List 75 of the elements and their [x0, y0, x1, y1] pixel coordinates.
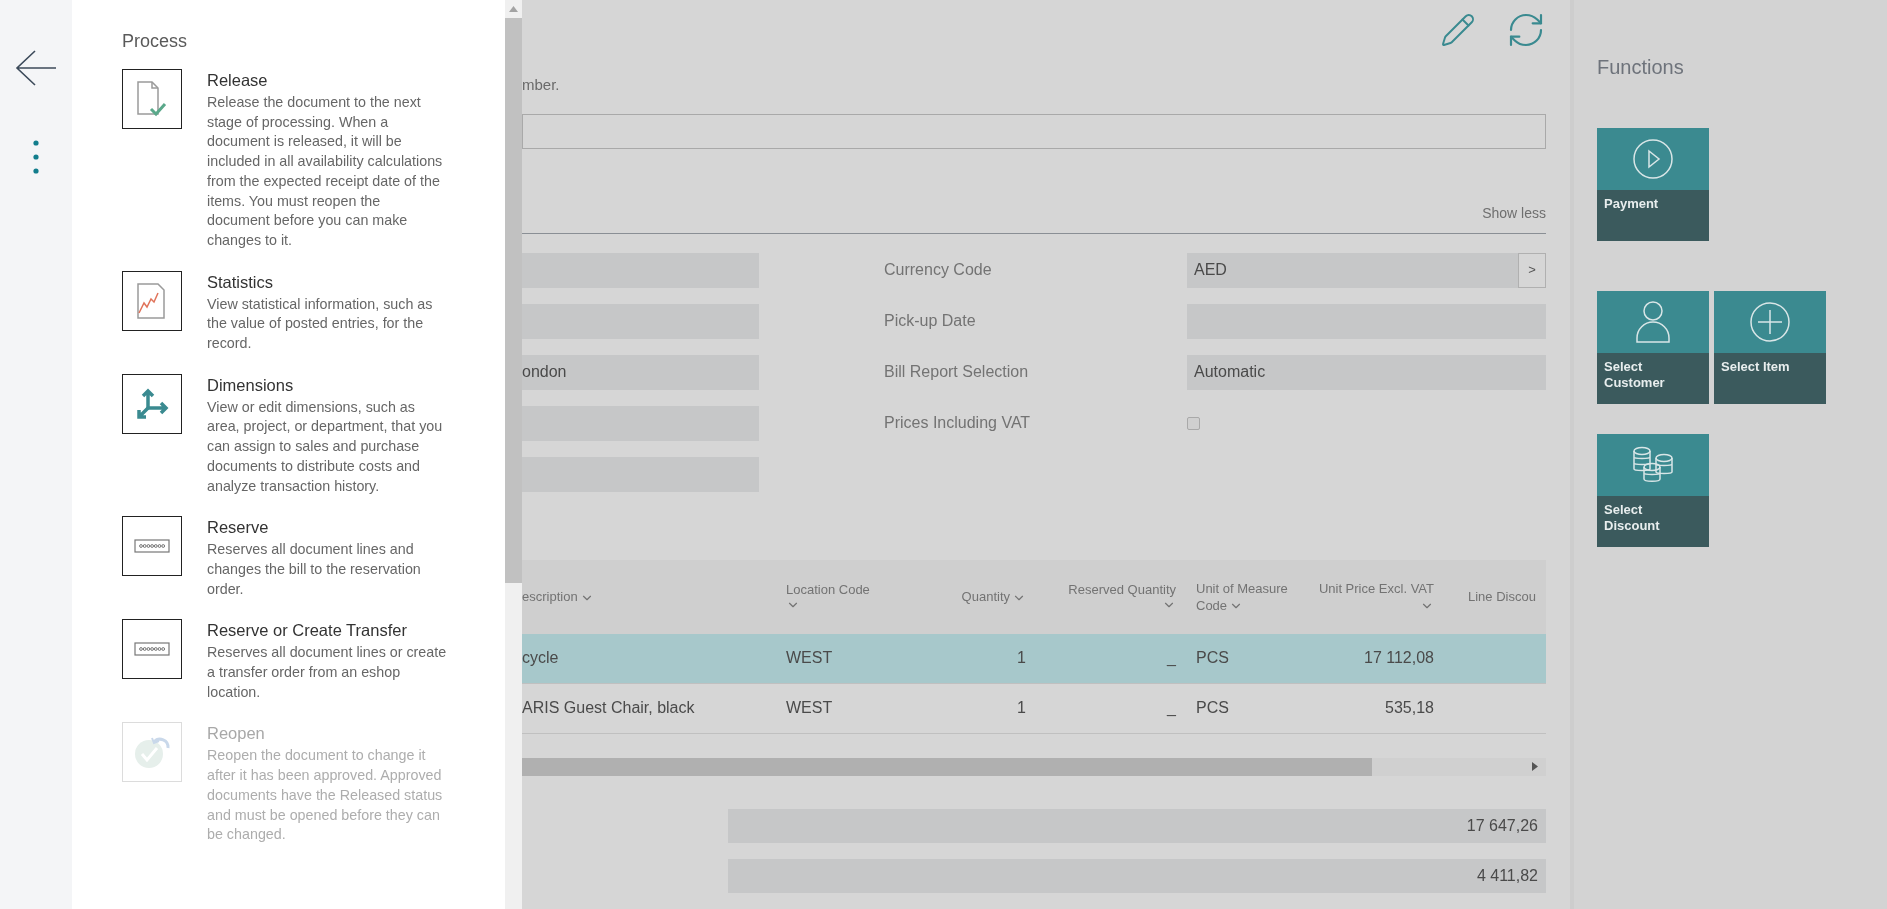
table-cell-text: PCS	[1195, 698, 1230, 718]
column-header[interactable]: Reserved Quantity	[1026, 581, 1176, 612]
function-tile[interactable]: Select Discount	[1597, 434, 1709, 547]
item-description: Reserves all document lines and changes the bill to the reservation order.	[207, 540, 422, 599]
menu-item[interactable]: Statistics View statistical information, such as the value of posted entries, for the record.	[122, 270, 505, 354]
back-arrow-icon[interactable]	[15, 50, 57, 86]
table-cell-text: PCS	[1195, 648, 1230, 668]
table-cell-text: WEST	[786, 698, 834, 718]
item-description: Reopen the document to change it after it has been approved. Approved documents have the Released status and must be opened before they can be changed.	[207, 746, 444, 845]
input-field[interactable]: Automatic	[1187, 354, 1546, 390]
input-field[interactable]	[522, 113, 1546, 149]
table-cell-text: cycle	[522, 648, 560, 668]
column-header[interactable]: escription	[522, 588, 786, 605]
function-tile[interactable]: Payment	[1597, 128, 1709, 241]
scroll-thumb[interactable]	[505, 18, 522, 583]
item-title: Dimensions	[207, 374, 295, 396]
table-row[interactable]: ARIS Guest Chair, black WEST 1 _ PCS 535,18	[522, 683, 1546, 734]
table-cell-text: _	[1165, 648, 1176, 668]
three-arrows-icon	[122, 373, 182, 434]
item-title: Reopen	[207, 723, 266, 745]
more-options-icon[interactable]	[32, 139, 40, 175]
menu-heading: Process	[122, 30, 189, 53]
column-header[interactable]: Line Discou	[1434, 588, 1540, 605]
function-tile[interactable]: Select Customer	[1597, 291, 1709, 404]
item-description: Release the document to the next stage of processing. When a document is released, it will be included in all availability calculations from the expected receipt date of the items. You must reopen the document before you can make changes to it.	[207, 93, 444, 250]
field-label: Bill Report Selection	[884, 362, 1030, 382]
table-cell-text: _	[1165, 698, 1176, 718]
checkbox[interactable]	[1187, 416, 1200, 430]
functions-heading: Functions	[1597, 55, 1685, 80]
reopen-icon	[122, 722, 182, 783]
field-label: Prices Including VAT	[884, 413, 1032, 433]
scrollbar[interactable]	[505, 0, 522, 909]
document-chart-icon	[122, 270, 182, 331]
table-cell-text: 535,18	[1384, 698, 1434, 718]
scroll-up-icon[interactable]	[509, 6, 518, 12]
item-title: Release	[207, 70, 269, 91]
table-cell-text: 1	[1016, 698, 1026, 718]
item-description: View statistical information, such as the value of posted entries, for the record.	[207, 294, 434, 354]
field-label: Currency Code	[884, 260, 993, 280]
hint-text: mber.	[522, 75, 561, 95]
edit-icon[interactable]	[1440, 12, 1476, 48]
person-icon	[1636, 301, 1670, 343]
table-row[interactable]: cycle WEST 1 _ PCS 17 112,08	[522, 633, 1546, 684]
menu-item[interactable]: Reserve or Create Transfer Reserves all document lines or create a transfer order from an eshop location.	[122, 619, 505, 703]
column-header[interactable]: Location Code	[786, 581, 896, 612]
coins-icon	[1632, 446, 1674, 484]
column-header[interactable]: Unit Price Excl. VAT	[1316, 579, 1434, 614]
reserve-icon	[122, 516, 182, 577]
horizontal-scroll-thumb[interactable]	[522, 757, 1372, 776]
add-circle-icon	[1750, 302, 1790, 342]
document-check-icon	[122, 69, 182, 129]
table-cell-text: 1	[1016, 648, 1026, 668]
show-less-link[interactable]: Show less	[1482, 202, 1546, 224]
scroll-right-icon[interactable]	[1532, 762, 1538, 771]
menu-item[interactable]: Dimensions View or edit dimensions, such as area, project, or department, that you can assign to sales and purchase documents to distribute costs and analyze transaction history.	[122, 373, 505, 497]
item-title: Statistics	[207, 271, 275, 293]
field-label: Pick-up Date	[884, 311, 977, 331]
column-header[interactable]: Quantity	[896, 588, 1026, 605]
reserve-icon	[122, 619, 182, 680]
item-title: Reserve or Create Transfer	[207, 620, 408, 642]
item-description: View or edit dimensions, such as area, project, or department, that you can assign to sales and purchase documents to distribute costs and analyze transaction history.	[207, 397, 444, 496]
currency-field[interactable]: AED	[1187, 252, 1518, 288]
column-header[interactable]: Unit of Measure Code	[1176, 579, 1316, 614]
play-circle-icon	[1633, 139, 1673, 179]
total-field: 17 647,26	[728, 808, 1546, 843]
item-description: Reserves all document lines or create a transfer order from an eshop location.	[207, 643, 447, 702]
item-title: Reserve	[207, 517, 270, 539]
function-tile[interactable]: Select Item	[1714, 291, 1826, 404]
total-field: 4 411,82	[728, 858, 1546, 893]
table-cell-text: WEST	[786, 648, 834, 668]
menu-item[interactable]: Reserve Reserves all document lines and changes the bill to the reservation order.	[122, 516, 505, 600]
table-cell-text: 17 112,08	[1363, 648, 1434, 668]
input-field[interactable]: ondon	[522, 354, 759, 390]
lookup-button[interactable]: >	[1518, 252, 1546, 288]
table-cell-text: ARIS Guest Chair, black	[522, 698, 696, 718]
